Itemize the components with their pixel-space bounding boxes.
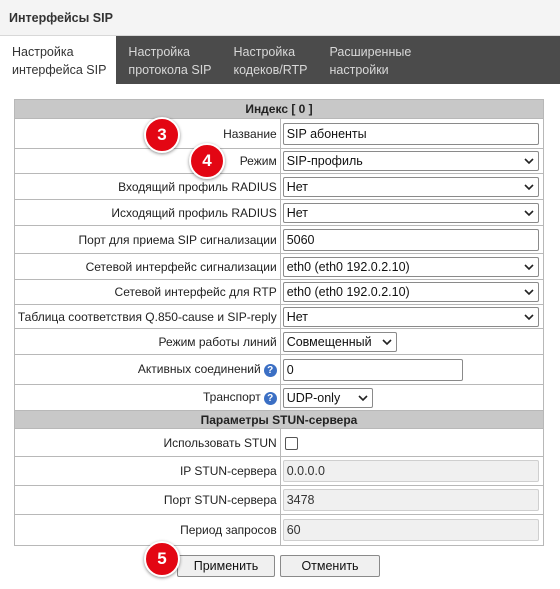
tab-label-line2: интерфейса SIP (12, 63, 107, 77)
index-header: Индекс [ 0 ] (14, 99, 544, 119)
q850-table-label: Таблица соответствия Q.850-cause и SIP-r… (14, 304, 281, 329)
stun-ip-label: IP STUN-сервера (14, 456, 281, 486)
sip-port-input[interactable]: 5060 (282, 228, 539, 251)
chevron-down-icon (524, 263, 534, 270)
step-badge-5: 5 (144, 541, 180, 577)
chevron-down-icon (382, 338, 392, 345)
mode-value: SIP-профиль (286, 154, 363, 168)
cancel-button[interactable]: Отменить (280, 555, 380, 577)
stun-period-label: Период запросов (14, 514, 281, 546)
line-mode-label: Режим работы линий (14, 328, 281, 355)
radius-in-label: Входящий профиль RADIUS (14, 173, 281, 200)
stun-ip-input[interactable]: 0.0.0.0 (282, 460, 539, 482)
tab-label-line1: Настройка (12, 45, 74, 59)
tab-label-line2: протокола SIP (128, 63, 212, 77)
active-conn-label: Активных соединений (137, 362, 261, 377)
tab-label-line1: Настройка (128, 45, 190, 59)
step-badge-4: 4 (189, 143, 225, 179)
stun-port-input[interactable]: 3478 (282, 489, 539, 511)
help-icon[interactable]: ? (263, 391, 277, 405)
chevron-down-icon (524, 289, 534, 296)
active-conn-input[interactable]: 0 (282, 358, 463, 381)
transport-value: UDP-only (286, 390, 341, 405)
transport-select[interactable]: UDP-only (282, 387, 373, 408)
mode-select[interactable]: SIP-профиль (282, 151, 539, 171)
use-stun-label: Использовать STUN (14, 428, 281, 457)
chevron-down-icon (524, 158, 534, 165)
chevron-down-icon (524, 313, 534, 320)
rtp-iface-select[interactable]: eth0 (eth0 192.0.2.10) (282, 282, 539, 302)
radius-out-value: Нет (286, 205, 308, 220)
help-icon[interactable]: ? (263, 363, 277, 377)
mode-label: Режим (14, 148, 281, 174)
tab-advanced-settings[interactable]: Расширенные настройки (318, 36, 422, 84)
step-badge-3: 3 (144, 117, 180, 153)
tab-label-line2: настройки (329, 63, 389, 77)
tab-codec-settings[interactable]: Настройка кодеков/RTP (222, 36, 318, 84)
tab-label-line1: Настройка (233, 45, 296, 59)
active-conn-cell: Активных соединений? (14, 354, 281, 385)
rtp-iface-value: eth0 (eth0 192.0.2.10) (286, 285, 410, 299)
sig-iface-label: Сетевой интерфейс сигнализации (14, 253, 281, 280)
stun-period-input[interactable]: 60 (282, 519, 539, 541)
sig-iface-value: eth0 (eth0 192.0.2.10) (286, 259, 410, 274)
name-input[interactable]: SIP абоненты (282, 122, 539, 145)
chevron-down-icon (524, 209, 534, 216)
chevron-down-icon (358, 394, 368, 401)
transport-label: Транспорт (202, 390, 261, 405)
tab-protocol-settings[interactable]: Настройка протокола SIP (116, 36, 221, 84)
tab-bar: Настройка интерфейса SIP Настройка прото… (0, 36, 560, 84)
chevron-down-icon (524, 183, 534, 190)
line-mode-value: Совмещенный (286, 334, 372, 349)
radius-out-label: Исходящий профиль RADIUS (14, 199, 281, 226)
sip-interface-form: Индекс [ 0 ] Название SIP абоненты Режим… (14, 99, 545, 546)
use-stun-checkbox[interactable] (284, 436, 298, 450)
rtp-iface-label: Сетевой интерфейс для RTP (14, 279, 281, 305)
window-title: Интерфейсы SIP (0, 0, 560, 36)
tab-label-line2: кодеков/RTP (233, 63, 308, 77)
stun-port-label: Порт STUN-сервера (14, 485, 281, 515)
tab-interface-settings[interactable]: Настройка интерфейса SIP (0, 36, 117, 84)
q850-table-value: Нет (286, 309, 308, 324)
sig-iface-select[interactable]: eth0 (eth0 192.0.2.10) (282, 256, 539, 277)
radius-out-select[interactable]: Нет (282, 202, 539, 223)
stun-header: Параметры STUN-сервера (14, 410, 544, 429)
radius-in-value: Нет (286, 179, 308, 194)
sip-port-label: Порт для приема SIP сигнализации (14, 225, 281, 254)
transport-cell: Транспорт? (14, 384, 281, 411)
tab-label-line1: Расширенные (329, 45, 412, 59)
q850-table-select[interactable]: Нет (282, 306, 539, 327)
radius-in-select[interactable]: Нет (282, 176, 539, 197)
apply-button[interactable]: Применить (177, 555, 275, 577)
line-mode-select[interactable]: Совмещенный (282, 331, 397, 352)
